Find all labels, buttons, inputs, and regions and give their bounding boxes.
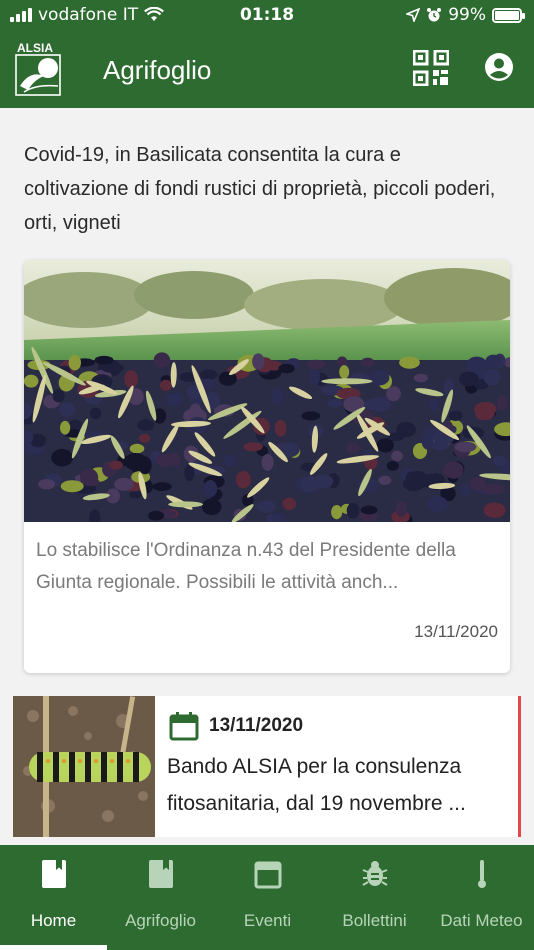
tab-home[interactable]: Home [0,845,107,950]
tab-label-dati-meteo: Dati Meteo [440,911,523,930]
logo-text: ALSIA [17,41,53,55]
featured-excerpt: Lo stabilisce l'Ordinanza n.43 del Presi… [36,540,456,593]
battery-fill [495,10,519,20]
content-scroll[interactable]: Covid-19, in Basilicata consentita la cu… [0,108,534,845]
featured-date: 13/11/2020 [414,622,498,641]
event-list-item[interactable]: 13/11/2020 Bando ALSIA per la consulenza… [13,696,521,837]
tab-label-home: Home [30,911,77,930]
event-title[interactable]: Bando ALSIA per la consulenza fitosanita… [167,748,507,822]
caterpillar-thumbnail [13,696,155,837]
tab-label-eventi: Eventi [243,911,292,930]
tab-eventi[interactable]: Eventi [214,845,321,950]
qr-code-icon[interactable] [413,50,449,86]
account-circle-icon[interactable] [484,52,514,82]
featured-news-card[interactable]: Lo stabilisce l'Ordinanza n.43 del Presi… [24,260,510,673]
active-tab-indicator [0,945,107,950]
event-date-row: 13/11/2020 [169,711,303,741]
app-title: Agrifoglio [103,55,212,85]
status-right: 99% [406,5,525,25]
calendar-icon [254,861,281,889]
alarm-icon [427,8,442,22]
battery-percent: 99% [448,5,486,25]
bottom-tab-bar: Home Agrifoglio Eventi Bollettini Dati M… [0,845,534,950]
location-arrow-icon [406,8,421,22]
status-bar: vodafone IT 01:18 99% [0,0,534,30]
battery-icon [492,7,525,23]
book-icon [148,860,173,888]
tab-dati-meteo[interactable]: Dati Meteo [428,845,534,950]
tab-label-bollettini: Bollettini [342,911,407,930]
featured-headline[interactable]: Covid-19, in Basilicata consentita la cu… [24,138,504,240]
tab-bollettini[interactable]: Bollettini [321,845,428,950]
app-bar: vodafone IT 01:18 99% ALSIA Agrifoglio [0,0,534,108]
tab-agrifoglio[interactable]: Agrifoglio [107,845,214,950]
event-date: 13/11/2020 [209,715,304,736]
event-accent-stripe [518,696,521,837]
tab-label-agrifoglio: Agrifoglio [125,911,196,930]
alsia-logo: ALSIA [15,41,61,96]
thermometer-icon [477,860,486,888]
bug-icon [361,861,388,886]
olive-harvest-image [24,260,510,522]
calendar-icon [169,712,199,741]
book-icon [41,860,66,888]
